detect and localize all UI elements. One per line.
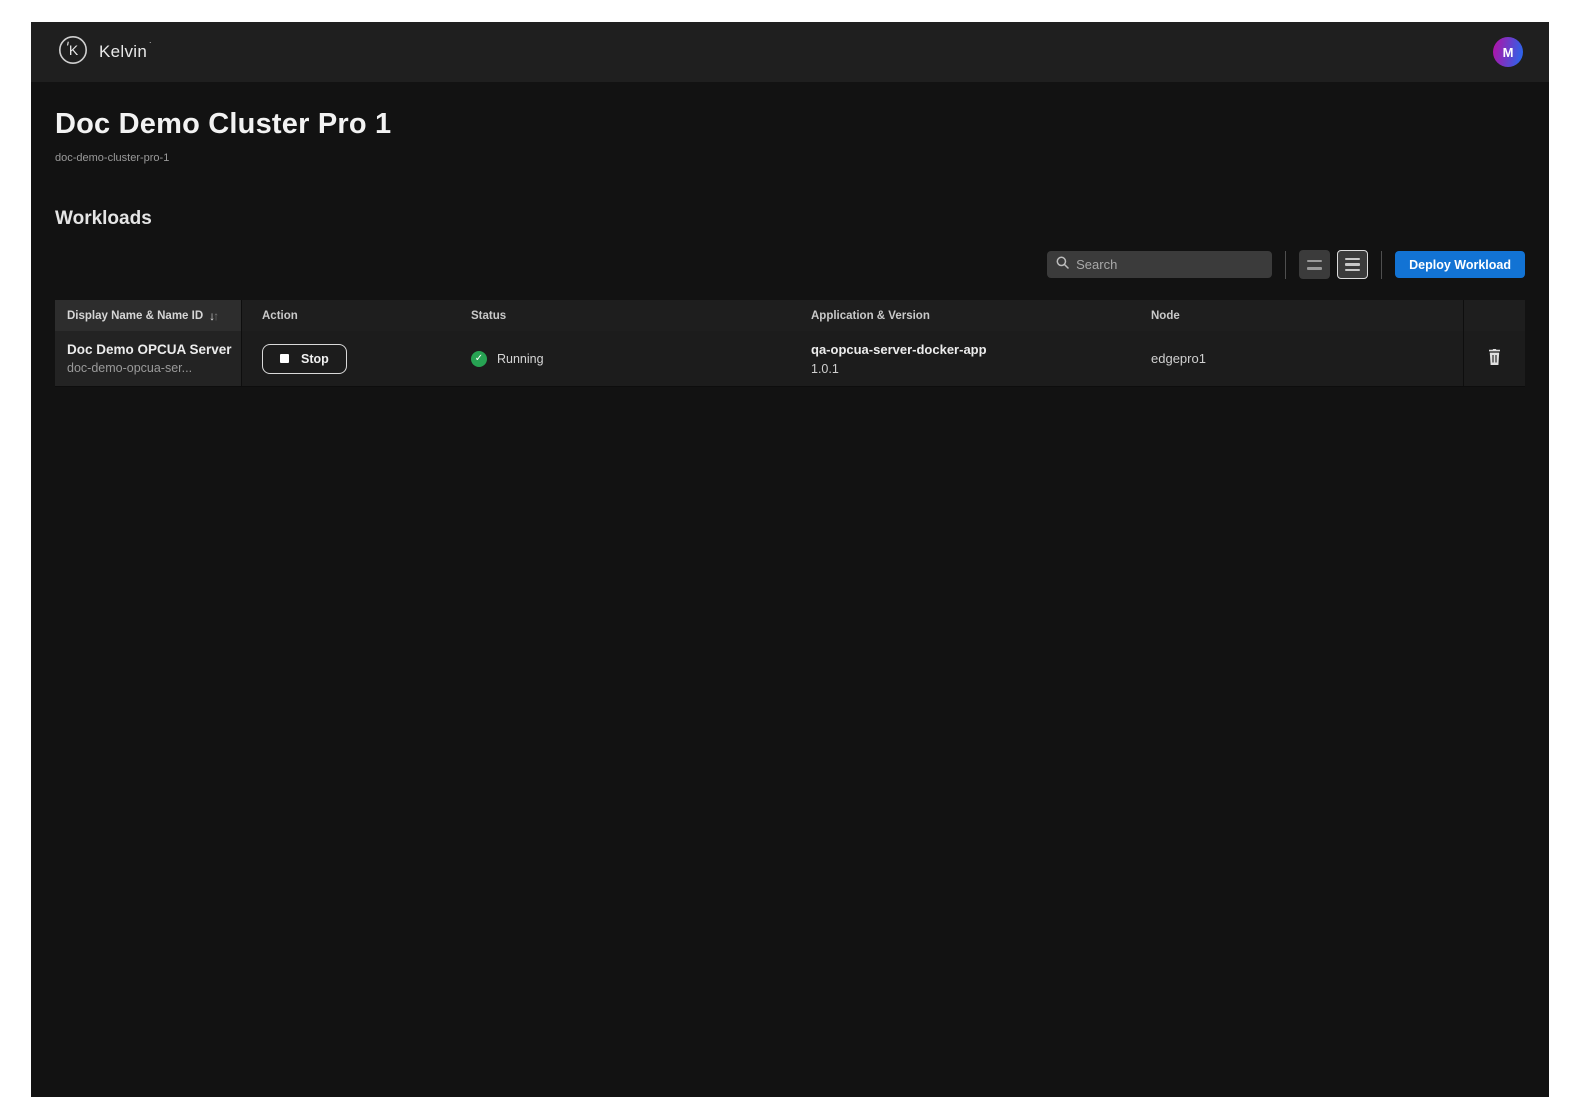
column-header-action: Action [241,300,451,331]
search-box [1047,251,1272,278]
workload-node-cell: edgepro1 [1131,331,1463,386]
view-toggle-group [1299,250,1368,279]
svg-text:K: K [69,42,79,58]
deploy-workload-button[interactable]: Deploy Workload [1395,251,1525,278]
list-view-toggle[interactable] [1337,250,1368,279]
compact-view-toggle[interactable] [1299,250,1330,279]
column-header-name[interactable]: Display Name & Name ID ↓↑ [55,300,241,331]
workload-status-cell: ✓ Running [451,331,791,386]
workload-application-cell: qa-opcua-server-docker-app 1.0.1 [791,331,1131,386]
status-label: Running [497,352,544,366]
app-window: K Kelvin M Doc Demo Cluster Pro 1 doc-de… [31,22,1549,1097]
toolbar-divider [1381,251,1382,279]
main-content: Doc Demo Cluster Pro 1 doc-demo-cluster-… [31,82,1549,1097]
page-title: Doc Demo Cluster Pro 1 [55,108,1525,141]
workload-name-id: doc-demo-opcua-ser... [67,361,192,375]
user-avatar[interactable]: M [1493,37,1523,67]
toolbar-divider [1285,251,1286,279]
status-badge: ✓ Running [471,351,544,367]
workload-display-name: Doc Demo OPCUA Server [67,342,232,357]
sort-icon[interactable]: ↓↑ [209,309,217,323]
kelvin-logo[interactable]: K Kelvin [57,34,147,71]
column-header-application: Application & Version [791,300,1131,331]
table-header-row: Display Name & Name ID ↓↑ Action Status … [55,300,1525,331]
trash-icon [1487,349,1502,368]
check-circle-icon: ✓ [471,351,487,367]
column-header-node: Node [1131,300,1463,331]
node-name: edgepro1 [1151,351,1206,366]
three-bars-icon [1345,258,1360,271]
column-header-status: Status [451,300,791,331]
workloads-toolbar: Deploy Workload [55,250,1525,279]
search-icon [1056,256,1069,274]
column-header-actions-spacer [1463,300,1525,331]
stop-button-label: Stop [301,352,329,366]
workload-action-cell: Stop [241,331,451,386]
workload-delete-cell [1463,331,1525,386]
application-name: qa-opcua-server-docker-app [811,342,987,357]
search-input[interactable] [1076,257,1263,272]
stop-button[interactable]: Stop [262,344,347,374]
column-header-name-label: Display Name & Name ID [67,310,203,322]
workloads-heading: Workloads [55,208,1525,230]
workload-row[interactable]: Doc Demo OPCUA Server doc-demo-opcua-ser… [55,331,1525,387]
page-subtitle: doc-demo-cluster-pro-1 [55,152,1525,164]
workload-name-cell: Doc Demo OPCUA Server doc-demo-opcua-ser… [55,331,241,386]
kelvin-logo-icon: K [57,34,89,71]
two-bars-icon [1307,260,1322,270]
application-version: 1.0.1 [811,362,839,376]
brand-name: Kelvin [99,42,147,62]
stop-icon [280,354,289,363]
workloads-table: Display Name & Name ID ↓↑ Action Status … [55,300,1525,387]
delete-workload-button[interactable] [1483,345,1506,372]
top-navbar: K Kelvin M [31,22,1549,82]
